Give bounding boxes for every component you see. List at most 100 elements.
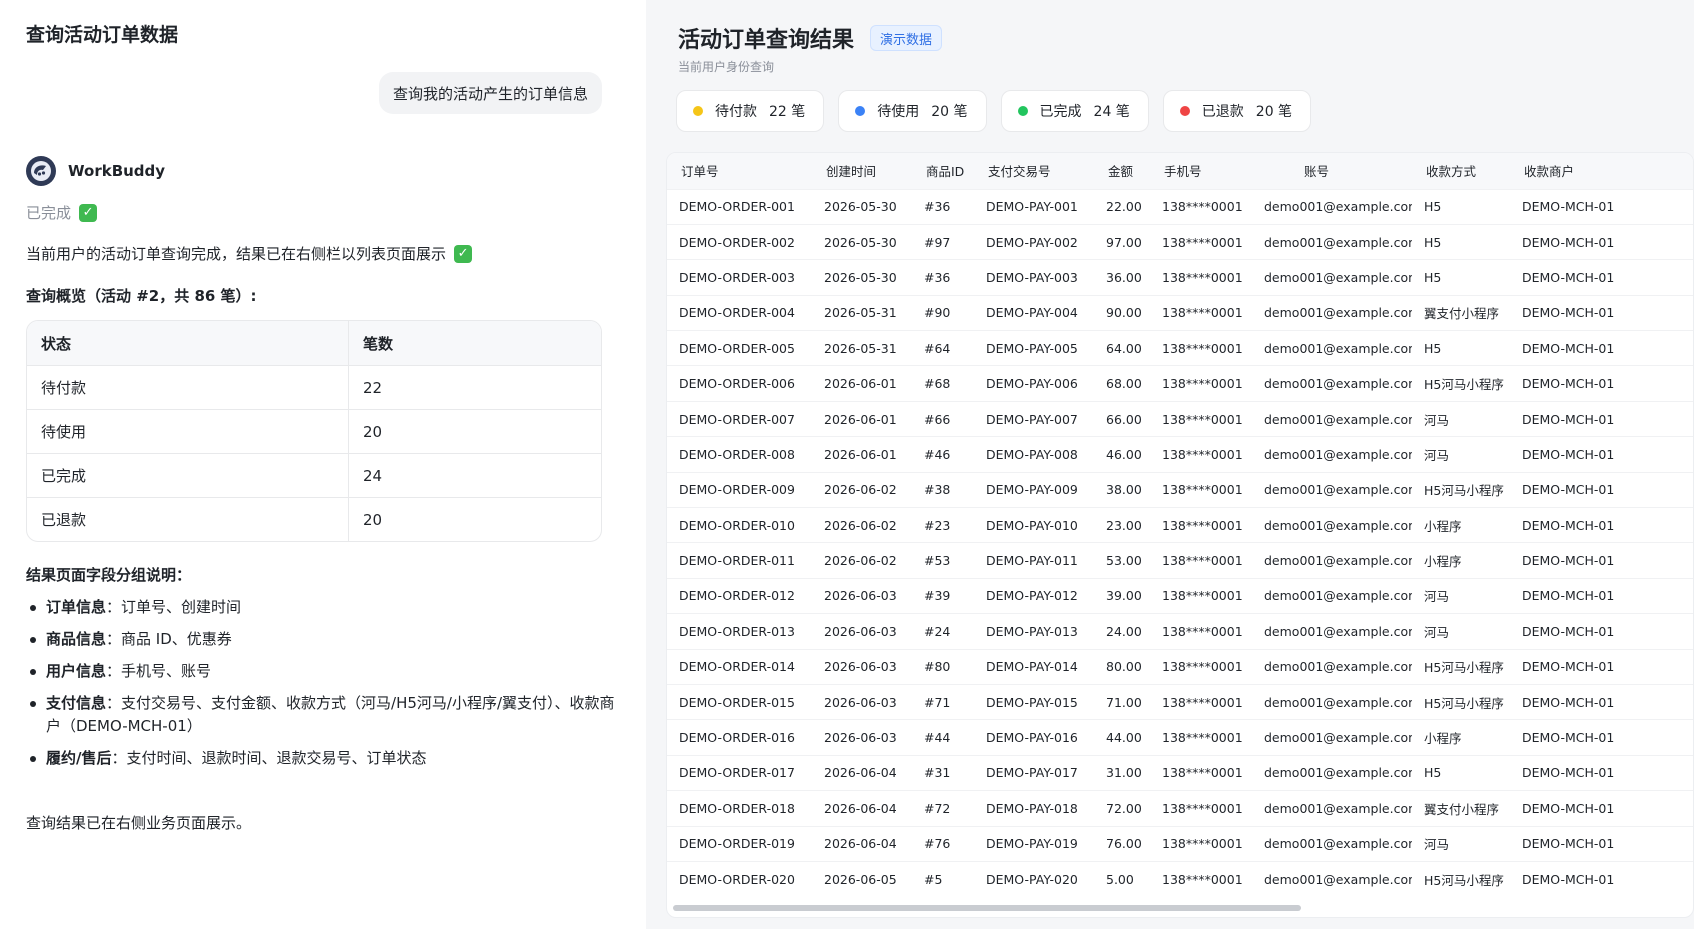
created-time-cell: 2026-06-01 — [812, 436, 912, 473]
status-pill-pending-payment[interactable]: 待付款 22 笔 — [676, 90, 825, 132]
table-row[interactable]: DEMO-ORDER-006 2026-06-01 #68 DEMO-PAY-006 6… — [667, 365, 1693, 402]
pay-txn-cell: DEMO-PAY-005 — [974, 330, 1094, 366]
product-id-cell: #36 — [912, 188, 974, 225]
scrollbar-thumb[interactable] — [673, 905, 1301, 911]
merchant-cell: DEMO-MCH-01 — [1510, 436, 1693, 473]
table-row[interactable]: DEMO-ORDER-009 2026-06-02 #38 DEMO-PAY-009 3… — [667, 471, 1693, 508]
summary-count: 22 — [363, 378, 383, 397]
product-id-cell: #46 — [912, 436, 974, 473]
table-header-row: 订单号 创建时间 商品ID 支付交易号 金额 手机号 账号 收款方式 收款商户 — [667, 153, 1693, 189]
table-row[interactable]: DEMO-ORDER-010 2026-06-02 #23 DEMO-PAY-010 2… — [667, 507, 1693, 543]
pay-method-cell: 翼支付小程序 — [1412, 790, 1510, 827]
created-time-cell: 2026-06-04 — [812, 825, 912, 862]
created-time-cell: 2026-06-02 — [812, 507, 912, 543]
account-cell: demo001@example.com — [1252, 365, 1412, 402]
table-row[interactable]: DEMO-ORDER-016 2026-06-03 #44 DEMO-PAY-016 4… — [667, 719, 1693, 756]
merchant-cell: DEMO-MCH-01 — [1510, 259, 1693, 296]
merchant-cell: DEMO-MCH-01 — [1510, 223, 1693, 260]
amount-cell: 22.00 — [1094, 188, 1150, 225]
order-id-cell: DEMO-ORDER-014 — [667, 648, 812, 685]
pay-method-cell: 河马 — [1412, 577, 1510, 614]
table-row[interactable]: DEMO-ORDER-003 2026-05-30 #36 DEMO-PAY-003 3… — [667, 259, 1693, 296]
status-pill-refunded[interactable]: 已退款 20 笔 — [1162, 90, 1312, 132]
column-header: 支付交易号 — [974, 153, 1094, 189]
pay-txn-cell: DEMO-PAY-007 — [974, 400, 1094, 437]
amount-cell: 5.00 — [1094, 860, 1150, 897]
merchant-cell: DEMO-MCH-01 — [1510, 188, 1693, 225]
pill-count: 24 笔 — [1093, 104, 1130, 120]
table-row[interactable]: DEMO-ORDER-013 2026-06-03 #24 DEMO-PAY-013 2… — [667, 613, 1693, 650]
pill-label: 待使用 — [877, 104, 920, 120]
table-row[interactable]: DEMO-ORDER-004 2026-05-31 #90 DEMO-PAY-004 9… — [667, 294, 1693, 331]
account-cell: demo001@example.com — [1252, 294, 1412, 331]
pay-txn-cell: DEMO-PAY-016 — [974, 719, 1094, 756]
order-id-cell: DEMO-ORDER-016 — [667, 719, 812, 756]
pay-method-cell: H5 — [1412, 188, 1510, 225]
table-row[interactable]: DEMO-ORDER-017 2026-06-04 #31 DEMO-PAY-017 3… — [667, 754, 1693, 791]
merchant-cell: DEMO-MCH-01 — [1510, 825, 1693, 862]
orders-table-container[interactable]: 订单号 创建时间 商品ID 支付交易号 金额 手机号 账号 收款方式 收款商户 … — [666, 152, 1694, 918]
pay-txn-cell: DEMO-PAY-006 — [974, 365, 1094, 402]
table-row[interactable]: DEMO-ORDER-011 2026-06-02 #53 DEMO-PAY-011 5… — [667, 542, 1693, 579]
merchant-cell: DEMO-MCH-01 — [1510, 365, 1693, 402]
status-pill-to-use[interactable]: 待使用 20 笔 — [838, 90, 987, 132]
column-header: 收款方式 — [1412, 153, 1510, 189]
table-row[interactable]: DEMO-ORDER-015 2026-06-03 #71 DEMO-PAY-015 7… — [667, 683, 1693, 720]
horizontal-scrollbar[interactable] — [673, 905, 1687, 911]
summary-status: 已完成 — [27, 454, 349, 497]
app-window: 查询活动订单数据 查询我的活动产生的订单信息 WorkBuddy 已完成 ✓ 当… — [0, 0, 1694, 929]
created-time-cell: 2026-06-03 — [812, 613, 912, 650]
product-id-cell: #66 — [912, 400, 974, 437]
phone-cell: 138****0001 — [1150, 365, 1252, 402]
list-item: 支付信息：支付交易号、支付金额、收款方式（河马/H5河马/小程序/翼支付）、收款… — [26, 692, 616, 738]
table-row[interactable]: DEMO-ORDER-001 2026-05-30 #36 DEMO-PAY-001 2… — [667, 188, 1693, 225]
user-message-bubble: 查询我的活动产生的订单信息 — [378, 72, 602, 114]
table-row[interactable]: DEMO-ORDER-018 2026-06-04 #72 DEMO-PAY-018 7… — [667, 790, 1693, 827]
table-row[interactable]: DEMO-ORDER-005 2026-05-31 #64 DEMO-PAY-005 6… — [667, 330, 1693, 366]
product-id-cell: #76 — [912, 825, 974, 862]
order-id-cell: DEMO-ORDER-006 — [667, 365, 812, 402]
table-row[interactable]: DEMO-ORDER-014 2026-06-03 #80 DEMO-PAY-014 8… — [667, 648, 1693, 685]
pill-label: 待付款 — [715, 104, 757, 120]
pill-count: 20 笔 — [931, 104, 968, 120]
pay-txn-cell: DEMO-PAY-009 — [974, 471, 1094, 508]
table-row[interactable]: DEMO-ORDER-019 2026-06-04 #76 DEMO-PAY-019 7… — [667, 825, 1693, 862]
pay-txn-cell: DEMO-PAY-008 — [974, 436, 1094, 473]
demo-data-badge: 演示数据 — [870, 25, 943, 51]
pay-txn-cell: DEMO-PAY-011 — [974, 542, 1094, 579]
order-id-cell: DEMO-ORDER-015 — [667, 683, 812, 720]
field-group-text: ：订单号、创建时间 — [106, 598, 242, 616]
pill-label: 已退款 — [1201, 104, 1244, 120]
table-row[interactable]: DEMO-ORDER-020 2026-06-05 #5 DEMO-PAY-020 5.… — [667, 860, 1693, 897]
pay-method-cell: H5河马小程序 — [1412, 648, 1510, 685]
orders-table: 订单号 创建时间 商品ID 支付交易号 金额 手机号 账号 收款方式 收款商户 … — [667, 153, 1693, 897]
pay-txn-cell: DEMO-PAY-015 — [974, 683, 1094, 720]
amount-cell: 44.00 — [1094, 719, 1150, 756]
created-time-cell: 2026-06-02 — [812, 542, 912, 579]
created-time-cell: 2026-06-02 — [812, 471, 912, 508]
pay-method-cell: 小程序 — [1412, 542, 1510, 579]
red-dot-icon — [1179, 106, 1190, 116]
merchant-cell: DEMO-MCH-01 — [1510, 542, 1693, 579]
column-header: 订单号 — [667, 153, 812, 189]
pay-txn-cell: DEMO-PAY-002 — [974, 223, 1094, 260]
chat-title: 查询活动订单数据 — [26, 24, 179, 46]
pay-method-cell: 河马 — [1412, 825, 1510, 862]
phone-cell: 138****0001 — [1150, 719, 1252, 756]
pay-method-cell: H5 — [1412, 330, 1510, 366]
results-title-row: 活动订单查询结果 演示数据 — [678, 22, 943, 54]
list-item: 履约/售后：支付时间、退款时间、退款交易号、订单状态 — [26, 747, 616, 770]
product-id-cell: #38 — [912, 471, 974, 508]
created-time-cell: 2026-06-04 — [812, 790, 912, 827]
table-row[interactable]: DEMO-ORDER-002 2026-05-30 #97 DEMO-PAY-002 9… — [667, 223, 1693, 260]
table-row[interactable]: DEMO-ORDER-007 2026-06-01 #66 DEMO-PAY-007 6… — [667, 400, 1693, 437]
order-id-cell: DEMO-ORDER-004 — [667, 294, 812, 331]
pay-method-cell: 翼支付小程序 — [1412, 294, 1510, 331]
status-pill-completed[interactable]: 已完成 24 笔 — [1000, 90, 1149, 132]
table-row[interactable]: DEMO-ORDER-012 2026-06-03 #39 DEMO-PAY-012 3… — [667, 577, 1693, 614]
created-time-cell: 2026-06-03 — [812, 648, 912, 685]
table-row[interactable]: DEMO-ORDER-008 2026-06-01 #46 DEMO-PAY-008 4… — [667, 436, 1693, 473]
pay-method-cell: H5 — [1412, 223, 1510, 260]
pay-txn-cell: DEMO-PAY-018 — [974, 790, 1094, 827]
merchant-cell: DEMO-MCH-01 — [1510, 330, 1693, 366]
